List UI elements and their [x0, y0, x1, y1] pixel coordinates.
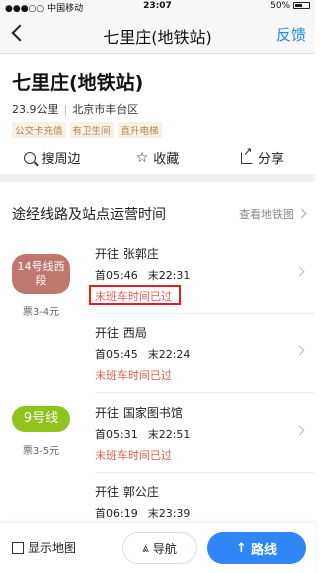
battery-percent: 50% [270, 1, 291, 11]
action-bar: 搜周边 ☆ 收藏 分享 [0, 141, 315, 182]
nav-bar: 七里庄(地铁站) 反馈 [0, 14, 315, 54]
station-meta: 23.9公里 | 北京市丰台区 [12, 101, 305, 117]
last-train-time: 末22:31 [147, 269, 191, 282]
clock: 23:07 [143, 1, 172, 11]
status-bar: ●●●○○ 中国移动 23:07 50% [0, 0, 315, 14]
meta-divider: | [63, 103, 68, 116]
chevron-right-icon [294, 425, 305, 436]
view-subway-map-link[interactable]: 查看地铁图 [239, 206, 307, 222]
navigate-label: 导航 [152, 541, 177, 556]
line-badge: 9号线 [12, 406, 70, 432]
lines-section-header: 途经线路及站点运营时间 查看地铁图 [12, 197, 307, 227]
direction-row[interactable]: 开往 张郭庄 首05:46 末22:31 末班车时间已过 [89, 236, 315, 314]
chevron-right-icon [294, 345, 305, 356]
service-times: 首05:45 末22:24 [95, 346, 190, 362]
chevron-right-icon [294, 266, 305, 277]
search-icon [24, 151, 37, 164]
show-map-label: 显示地图 [28, 541, 77, 555]
direction-terminal: 开往 张郭庄 [95, 247, 159, 261]
direction-row[interactable]: 开往 国家图书馆 首05:31 末22:51 末班车时间已过 [95, 395, 315, 473]
facility-tag: 公交卡充值 [12, 122, 66, 138]
chevron-right-icon [296, 208, 307, 219]
direction-terminal: 开往 郭公庄 [95, 485, 159, 499]
line-badge: 14号线西段 [12, 254, 70, 294]
favorite-button[interactable]: ☆ 收藏 [105, 141, 210, 174]
station-name: 七里庄(地铁站) [12, 72, 144, 94]
line-block-14: 14号线西段 票3-4元 开往 张郭庄 首05:46 末22:31 末班车时间已过… [0, 236, 315, 394]
service-times: 首05:31 末22:51 [95, 426, 190, 442]
last-train-status: 末班车时间已过 [95, 449, 172, 462]
highlight-box [89, 285, 181, 305]
service-times: 首06:19 末23:39 [95, 505, 190, 521]
show-map-button[interactable]: 显示地图 [12, 539, 76, 556]
view-subway-map-label: 查看地铁图 [239, 208, 294, 221]
search-nearby-button[interactable]: 搜周边 [0, 141, 105, 174]
feedback-button[interactable]: 反馈 [276, 24, 306, 45]
navigate-button[interactable]: ⩓ 导航 [122, 532, 197, 564]
section-title: 途经线路及站点运营时间 [12, 207, 166, 223]
share-label: 分享 [257, 152, 284, 167]
star-icon: ☆ [135, 149, 149, 166]
direction-row[interactable]: 开往 西局 首05:45 末22:24 末班车时间已过 [95, 315, 315, 393]
battery-icon [293, 2, 310, 9]
page-title: 七里庄(地铁站) [103, 28, 212, 47]
facility-tags: 公交卡充值 有卫生间 直升电梯 [12, 122, 305, 138]
favorite-label: 收藏 [153, 152, 180, 167]
share-button[interactable]: 分享 [210, 141, 315, 174]
search-nearby-label: 搜周边 [41, 152, 81, 167]
bottom-bar: 显示地图 ⩓ 导航 ↑ 路线 [0, 523, 315, 573]
first-train-time: 首06:19 [95, 507, 138, 520]
last-train-status: 末班车时间已过 [95, 369, 172, 382]
battery-indicator: 50% [270, 1, 310, 11]
last-train-time: 末22:51 [147, 428, 191, 441]
facility-tag: 有卫生间 [69, 122, 114, 138]
last-train-time: 末23:39 [147, 507, 191, 520]
navigation-arrow-icon: ⩓ [142, 540, 149, 555]
first-train-time: 首05:45 [95, 348, 138, 361]
last-train-time: 末22:24 [147, 348, 191, 361]
first-train-time: 首05:46 [95, 269, 138, 282]
fare-label: 票3-4元 [22, 307, 60, 318]
route-button[interactable]: ↑ 路线 [207, 532, 306, 564]
direction-terminal: 开往 国家图书馆 [95, 406, 183, 420]
direction-terminal: 开往 西局 [95, 326, 147, 340]
fare-label: 票3-5元 [22, 446, 60, 457]
route-arrow-icon: ↑ [236, 540, 247, 556]
line-block-9: 9号线 票3-5元 开往 国家图书馆 首05:31 末22:51 末班车时间已过 … [0, 395, 315, 523]
facility-tag: 直升电梯 [117, 122, 162, 138]
service-times: 首05:46 末22:31 [95, 267, 190, 283]
first-train-time: 首05:31 [95, 428, 138, 441]
map-icon [12, 541, 24, 554]
station-distance: 23.9公里 [12, 103, 59, 116]
station-address: 北京市丰台区 [72, 103, 139, 116]
share-icon [240, 145, 253, 164]
route-label: 路线 [250, 542, 277, 558]
